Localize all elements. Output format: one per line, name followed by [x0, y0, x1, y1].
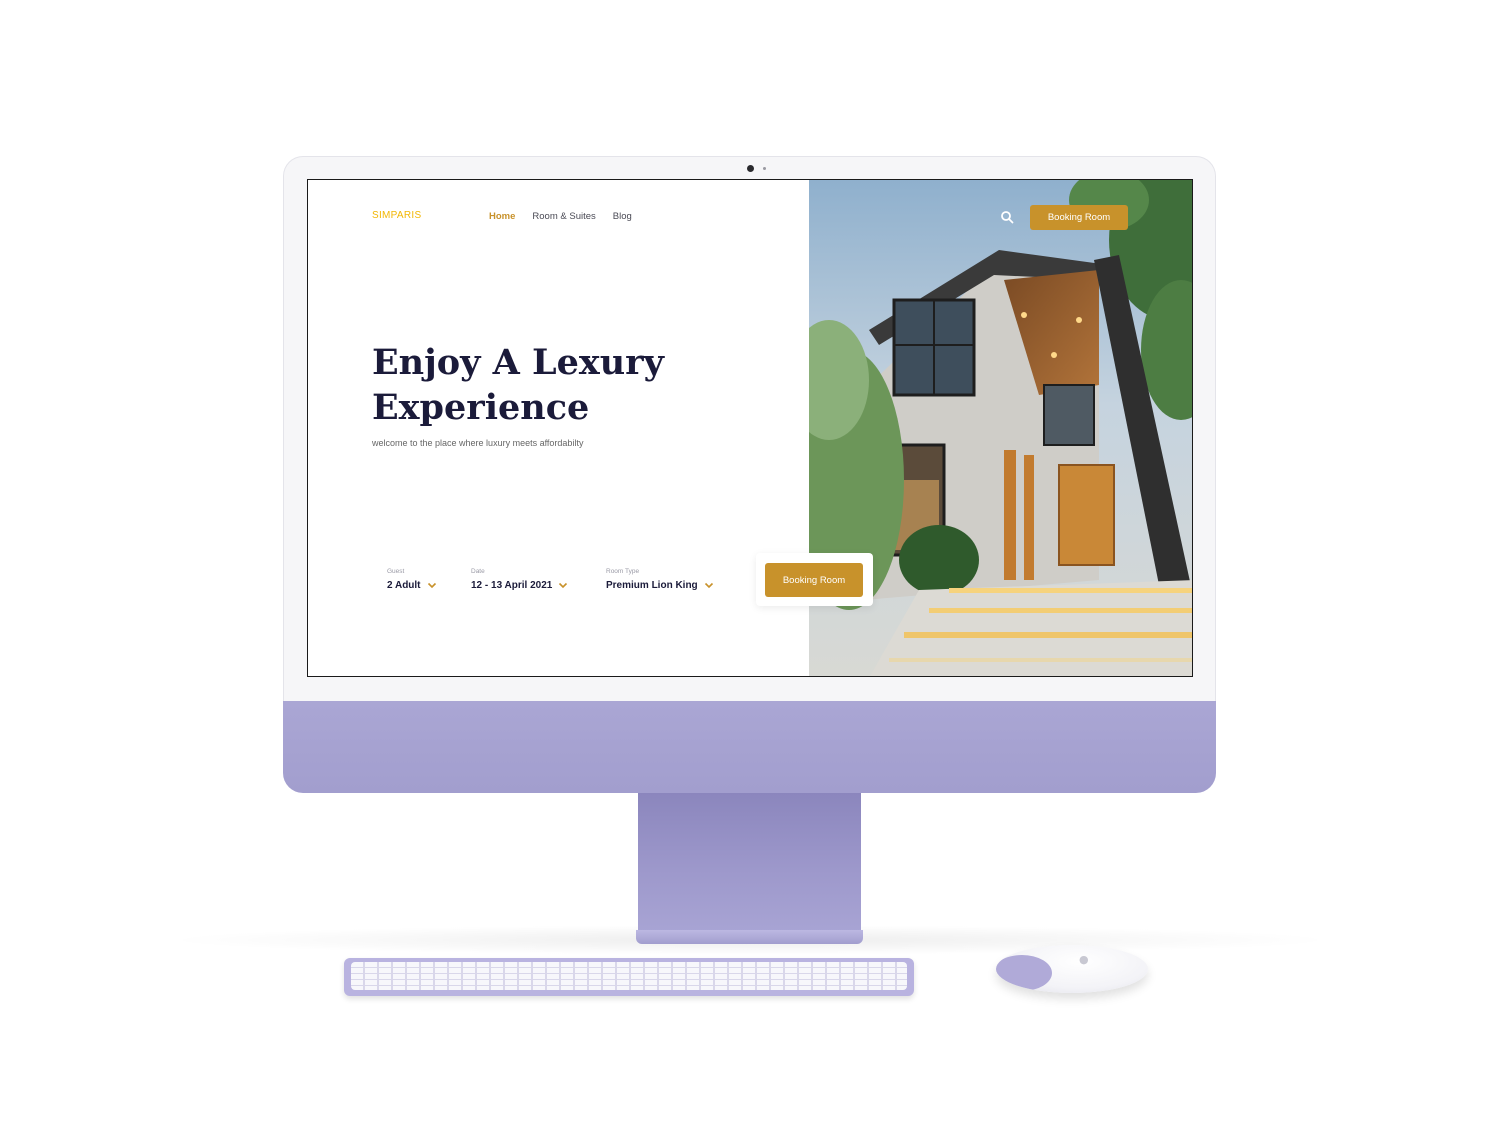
website-screen: SIMPARIS Home Room & Suites Blog Booking…	[307, 179, 1193, 677]
booking-room-button[interactable]: Booking Room	[765, 563, 863, 597]
apple-logo-icon: ●	[1079, 953, 1089, 966]
room-type-field[interactable]: Room Type Premium Lion King	[606, 568, 714, 591]
date-field[interactable]: Date 12 - 13 April 2021	[471, 568, 568, 591]
guest-select[interactable]: 2 Adult	[387, 580, 437, 591]
keyboard-keys	[351, 962, 907, 990]
date-value: 12 - 13 April 2021	[471, 580, 553, 591]
room-type-label: Room Type	[606, 568, 640, 575]
header-booking-button[interactable]: Booking Room	[1030, 205, 1128, 230]
mouse: ●	[996, 945, 1148, 993]
guest-field[interactable]: Guest 2 Adult	[387, 568, 437, 591]
date-select[interactable]: 12 - 13 April 2021	[471, 580, 568, 591]
camera-icon	[747, 165, 754, 172]
keyboard	[344, 958, 914, 996]
main-nav: Home Room & Suites Blog	[489, 211, 649, 222]
imac-stand	[638, 793, 861, 933]
hero-subtitle: welcome to the place where luxury meets …	[372, 438, 584, 448]
guest-value: 2 Adult	[387, 580, 421, 591]
imac-stand-foot	[636, 930, 863, 944]
room-type-value: Premium Lion King	[606, 580, 698, 591]
date-label: Date	[471, 568, 485, 575]
booking-card: Booking Room	[756, 553, 873, 606]
nav-blog[interactable]: Blog	[613, 211, 632, 222]
chevron-down-icon	[427, 582, 436, 589]
room-type-select[interactable]: Premium Lion King	[606, 580, 714, 591]
hero-title: Enjoy A Lexury Experience	[372, 342, 664, 428]
brand-logo[interactable]: SIMPARIS	[372, 210, 421, 221]
search-icon[interactable]	[1000, 210, 1014, 224]
chevron-down-icon	[559, 582, 568, 589]
chevron-down-icon	[704, 582, 713, 589]
nav-room-suites[interactable]: Room & Suites	[532, 211, 595, 222]
imac-chin	[283, 701, 1216, 793]
mouse-accent	[996, 955, 1052, 991]
nav-home[interactable]: Home	[489, 211, 515, 222]
guest-label: Guest	[387, 568, 405, 575]
camera-indicator	[763, 167, 766, 170]
